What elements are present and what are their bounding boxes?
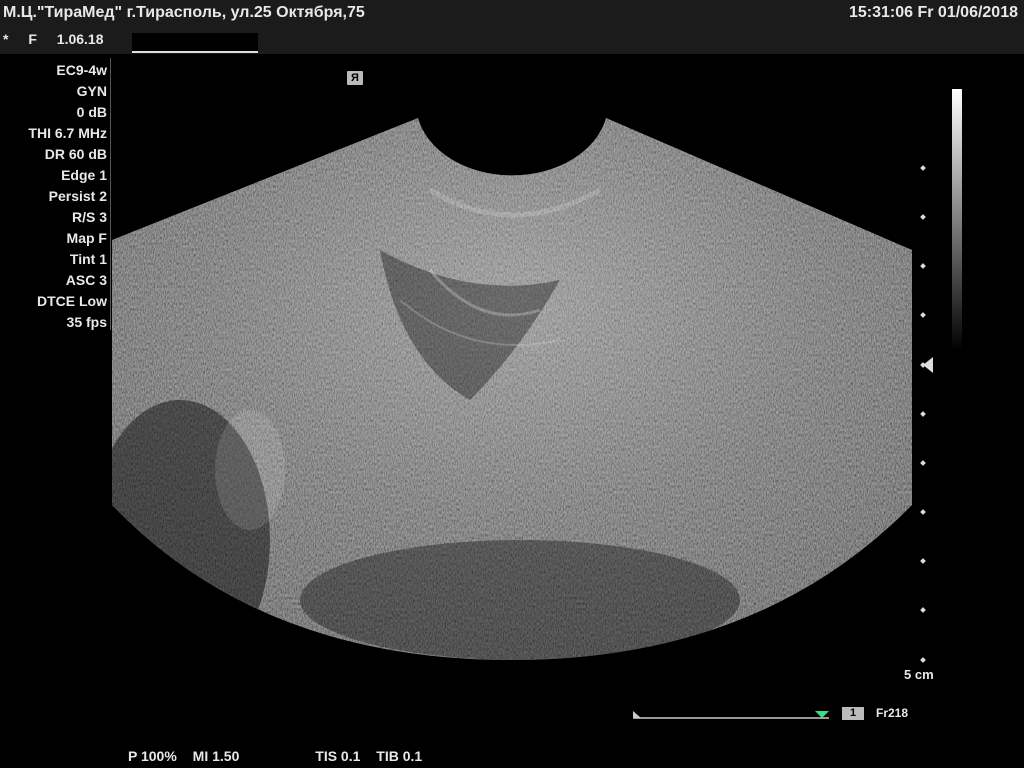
orientation-marker: Я xyxy=(347,71,363,85)
param-map: Map F xyxy=(66,230,107,246)
param-frequency: THI 6.7 MHz xyxy=(28,125,107,141)
depth-scale xyxy=(914,150,944,670)
mechanical-index: MI 1.50 xyxy=(192,748,240,764)
depth-tick xyxy=(920,214,926,220)
cine-number: 1 xyxy=(842,707,864,720)
depth-tick xyxy=(920,657,926,663)
depth-tick xyxy=(920,411,926,417)
param-persist: Persist 2 xyxy=(48,188,107,204)
cine-loop-bar[interactable] xyxy=(633,707,829,721)
param-dynamic-range: DR 60 dB xyxy=(44,146,107,162)
param-transducer: EC9-4w xyxy=(56,62,107,78)
focus-marker-icon[interactable] xyxy=(923,357,933,373)
param-dtce: DTCE Low xyxy=(37,293,107,309)
depth-tick xyxy=(920,558,926,564)
depth-tick xyxy=(920,460,926,466)
param-gain: 0 dB xyxy=(76,104,107,120)
param-preset: GYN xyxy=(76,83,107,99)
depth-label: 5 cm xyxy=(904,667,934,682)
param-tint: Tint 1 xyxy=(69,251,107,267)
depth-tick xyxy=(920,312,926,318)
ultrasound-image xyxy=(112,118,912,660)
thermal-index-bone: TIB 0.1 xyxy=(376,748,423,764)
parameter-divider xyxy=(110,58,111,330)
depth-tick xyxy=(920,607,926,613)
thermal-index-soft: TIS 0.1 xyxy=(315,748,361,764)
depth-tick xyxy=(920,165,926,171)
param-asc: ASC 3 xyxy=(65,272,107,288)
grayscale-bar xyxy=(952,89,962,351)
depth-tick xyxy=(920,509,926,515)
depth-tick xyxy=(920,263,926,269)
frame-counter: Fr218 xyxy=(876,706,909,720)
param-edge: Edge 1 xyxy=(61,167,107,183)
param-fps: 35 fps xyxy=(66,314,107,330)
acoustic-indices: P 100% MI 1.50 TIS 0.1 TIB 0.1 xyxy=(128,748,434,764)
power-index: P 100% xyxy=(128,748,177,764)
scan-parameters: EC9-4w GYN 0 dB THI 6.7 MHz DR 60 dB Edg… xyxy=(0,60,107,333)
param-rs: R/S 3 xyxy=(71,209,107,225)
